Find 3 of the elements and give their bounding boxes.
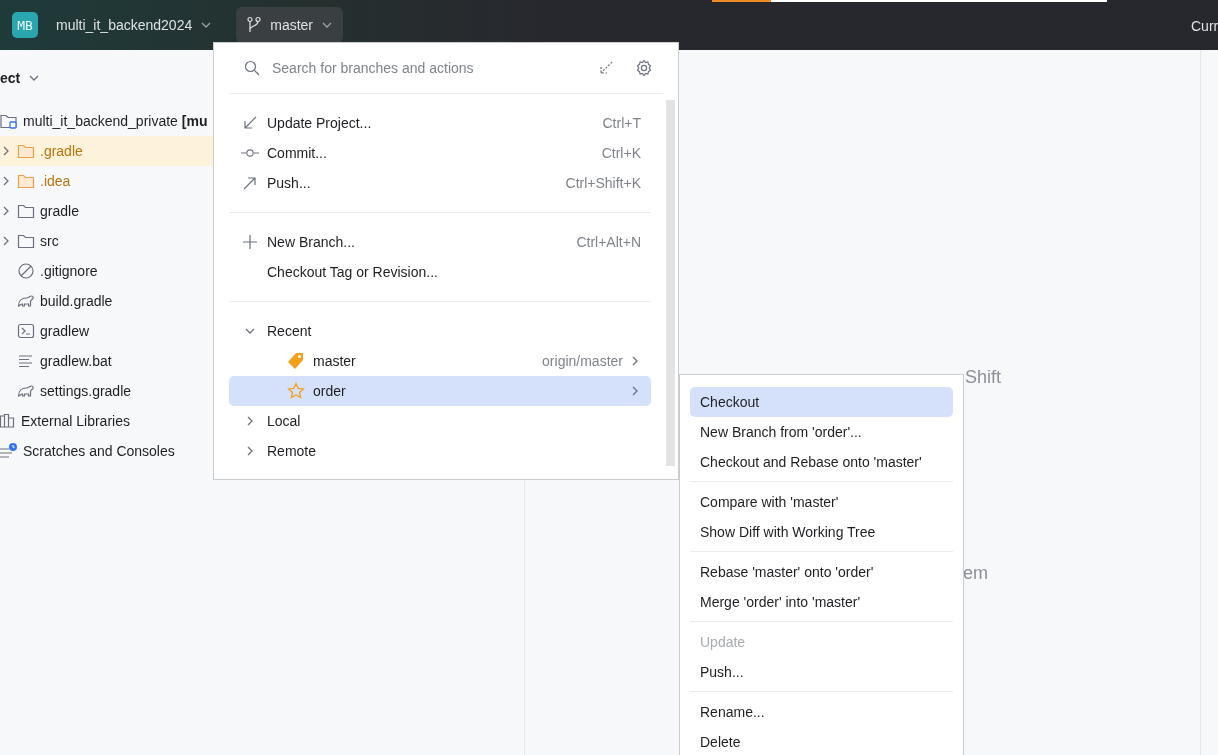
editor-hint: Shift <box>965 367 1002 388</box>
editor-hint: em <box>963 563 988 584</box>
project-badge: MB <box>12 12 38 38</box>
